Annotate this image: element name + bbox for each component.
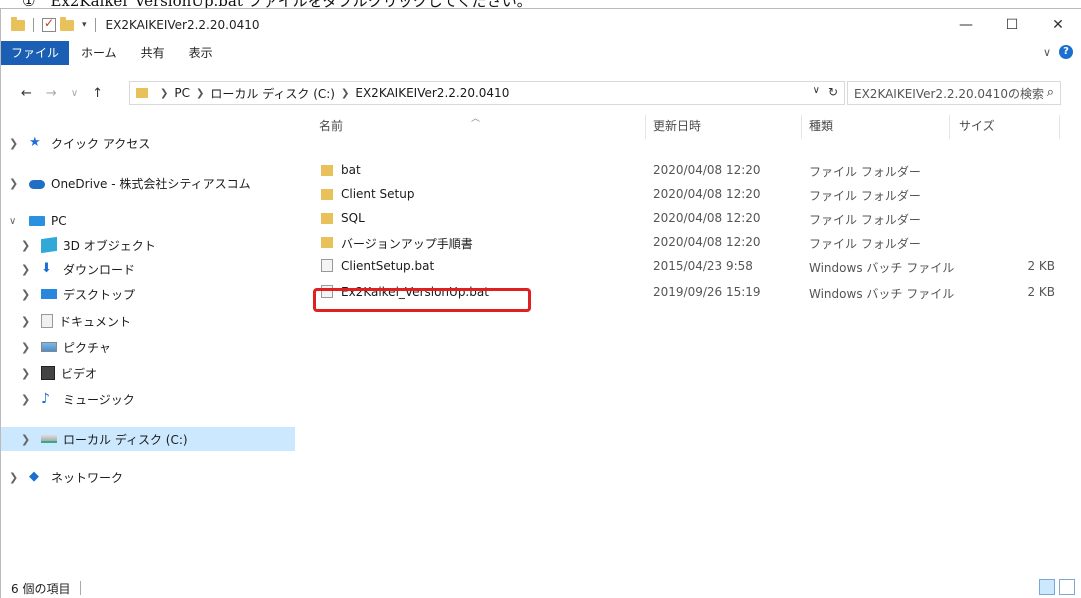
search-icon[interactable]: ⌕ — [1047, 85, 1054, 100]
column-header-name[interactable]: 名前 — [319, 117, 343, 137]
chevron-right-icon[interactable]: ❯ — [21, 239, 33, 252]
batch-file-icon — [321, 259, 333, 272]
chevron-right-icon[interactable]: ❯ — [21, 367, 33, 380]
window-title: EX2KAIKEIVer2.2.20.0410 — [105, 18, 260, 32]
nav-item-quick-access[interactable]: ❯ ★ クイック アクセス — [1, 131, 295, 155]
chevron-down-icon[interactable]: ∨ — [9, 216, 21, 227]
nav-item-onedrive[interactable]: ❯ OneDrive - 株式会社シティアスコム — [1, 171, 295, 195]
chevron-right-icon[interactable]: ❯ — [341, 88, 349, 99]
explorer-window: ▾ EX2KAIKEIVer2.2.20.0410 — ☐ ✕ ファイル ホーム… — [0, 8, 1081, 598]
nav-item-desktop[interactable]: ❯ デスクトップ — [1, 282, 295, 306]
folder-icon — [321, 213, 333, 224]
new-folder-icon[interactable] — [60, 16, 74, 31]
nav-item-3d-objects[interactable]: ❯ 3D オブジェクト — [1, 233, 295, 257]
drive-icon — [41, 435, 57, 443]
status-bar: 6 個の項目 — [1, 577, 1081, 598]
properties-icon[interactable] — [42, 16, 56, 32]
instruction-text: ① Ex2Kaikei_VersionUp.bat ファイルをダブルクリックして… — [0, 0, 1081, 8]
column-header-type[interactable]: 種類 — [809, 117, 833, 137]
back-arrow-icon[interactable]: ← — [21, 86, 32, 101]
desktop-icon — [41, 289, 57, 299]
pc-icon — [29, 216, 45, 226]
file-row[interactable]: バージョンアップ手順書 2020/04/08 12:20 ファイル フォルダー — [305, 231, 1065, 255]
file-row[interactable]: bat 2020/04/08 12:20 ファイル フォルダー — [305, 159, 1065, 183]
file-row[interactable]: SQL 2020/04/08 12:20 ファイル フォルダー — [305, 207, 1065, 231]
picture-icon — [41, 342, 57, 352]
tab-view[interactable]: 表示 — [177, 41, 225, 65]
address-bar[interactable]: ❯ PC ❯ ローカル ディスク (C:) ❯ EX2KAIKEIVer2.2.… — [129, 81, 845, 105]
expand-ribbon-icon[interactable]: ∨ — [1043, 46, 1051, 59]
tab-home[interactable]: ホーム — [69, 41, 129, 65]
file-row[interactable]: ClientSetup.bat 2015/04/23 9:58 Windows … — [305, 255, 1065, 279]
forward-arrow-icon[interactable]: → — [46, 86, 57, 101]
tab-file[interactable]: ファイル — [1, 41, 70, 65]
chevron-right-icon[interactable]: ❯ — [21, 341, 33, 354]
nav-item-videos[interactable]: ❯ ビデオ — [1, 361, 295, 385]
file-list: ︿ 名前 更新日時 種類 サイズ bat 2020/04/08 12:20 ファ… — [297, 109, 1081, 569]
details-view-icon[interactable] — [1039, 579, 1055, 595]
up-arrow-icon[interactable]: ↑ — [92, 86, 103, 101]
cube-icon — [41, 236, 57, 254]
download-icon: ⬇ — [41, 261, 52, 276]
chevron-right-icon[interactable]: ❯ — [9, 177, 21, 190]
maximize-button[interactable]: ☐ — [989, 9, 1035, 41]
search-input[interactable]: EX2KAIKEIVer2.2.20.0410の検索 ⌕ — [847, 81, 1061, 105]
breadcrumb-local-disk[interactable]: ローカル ディスク (C:) — [210, 85, 335, 102]
close-button[interactable]: ✕ — [1035, 9, 1081, 41]
chevron-right-icon[interactable]: ❯ — [9, 137, 21, 150]
breadcrumb-folder[interactable]: EX2KAIKEIVer2.2.20.0410 — [355, 86, 509, 100]
file-row[interactable]: Client Setup 2020/04/08 12:20 ファイル フォルダー — [305, 183, 1065, 207]
cloud-icon — [29, 179, 45, 189]
network-icon: ◆ — [29, 469, 39, 484]
video-icon — [41, 366, 55, 380]
ribbon-tabs: ファイル ホーム 共有 表示 ∨ ? — [1, 41, 1081, 65]
tab-share[interactable]: 共有 — [129, 41, 177, 65]
recent-locations-icon[interactable]: ∨ — [71, 88, 78, 99]
chevron-right-icon[interactable]: ❯ — [21, 315, 33, 328]
folder-icon — [136, 88, 148, 98]
document-icon — [41, 314, 53, 328]
nav-item-music[interactable]: ❯ ♪ ミュージック — [1, 387, 295, 411]
chevron-right-icon[interactable]: ❯ — [9, 471, 21, 484]
navigation-bar: ← → ∨ ↑ ❯ PC ❯ ローカル ディスク (C:) ❯ EX2KAIKE… — [1, 79, 1081, 107]
title-bar: ▾ EX2KAIKEIVer2.2.20.0410 — ☐ ✕ — [1, 9, 1081, 41]
large-icons-view-icon[interactable] — [1059, 579, 1075, 595]
folder-icon — [11, 16, 25, 31]
chevron-right-icon[interactable]: ❯ — [196, 88, 204, 99]
item-count: 6 個の項目 — [11, 581, 71, 596]
chevron-right-icon[interactable]: ❯ — [21, 288, 33, 301]
folder-icon — [321, 165, 333, 176]
sort-ascending-icon: ︿ — [471, 114, 481, 124]
nav-item-documents[interactable]: ❯ ドキュメント — [1, 309, 295, 333]
navigation-pane: ❯ ★ クイック アクセス ❯ OneDrive - 株式会社シティアスコム ∨… — [1, 109, 295, 569]
chevron-right-icon[interactable]: ❯ — [160, 88, 168, 99]
chevron-right-icon[interactable]: ❯ — [21, 433, 33, 446]
nav-item-network[interactable]: ❯ ◆ ネットワーク — [1, 465, 295, 489]
chevron-right-icon[interactable]: ❯ — [21, 393, 33, 406]
nav-item-pc[interactable]: ∨ PC — [1, 209, 295, 233]
nav-item-downloads[interactable]: ❯ ⬇ ダウンロード — [1, 257, 295, 281]
customize-dropdown-icon[interactable]: ▾ — [82, 20, 87, 30]
refresh-icon[interactable]: ↻ — [828, 85, 838, 99]
column-header-size[interactable]: サイズ — [959, 117, 995, 137]
address-history-icon[interactable]: ∨ — [813, 85, 820, 99]
nav-item-pictures[interactable]: ❯ ピクチャ — [1, 335, 295, 359]
nav-item-local-disk[interactable]: ❯ ローカル ディスク (C:) — [1, 427, 295, 451]
breadcrumb-pc[interactable]: PC — [174, 86, 190, 100]
column-header-date[interactable]: 更新日時 — [653, 117, 701, 137]
chevron-right-icon[interactable]: ❯ — [21, 263, 33, 276]
folder-icon — [321, 237, 333, 248]
star-icon: ★ — [29, 135, 41, 150]
music-icon: ♪ — [41, 391, 50, 407]
help-icon[interactable]: ? — [1059, 45, 1073, 59]
quick-access-toolbar: ▾ — [1, 9, 100, 41]
folder-icon — [321, 189, 333, 200]
search-placeholder: EX2KAIKEIVer2.2.20.0410の検索 — [854, 86, 1044, 101]
minimize-button[interactable]: — — [943, 9, 989, 41]
highlight-box — [313, 288, 531, 312]
